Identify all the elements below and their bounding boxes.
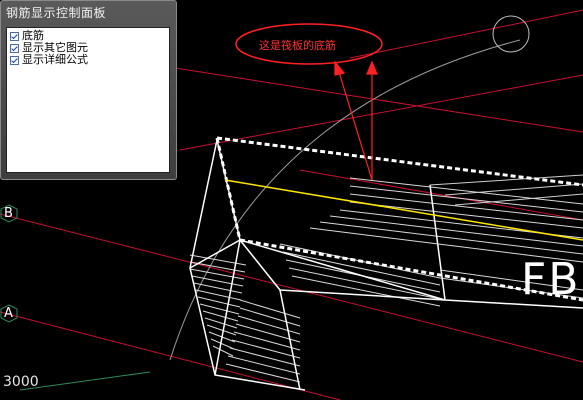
rebar-hatch-right — [429, 174, 583, 206]
axis-label-a: A — [4, 306, 13, 321]
rebar-display-panel[interactable]: 钢筋显示控制面板 底筋 显示其它图元 显示详细公式 — [0, 0, 177, 180]
highlighted-rebar — [224, 179, 583, 241]
checkbox-show-detailed-formula[interactable] — [10, 55, 19, 65]
annotation-arrows — [334, 60, 378, 181]
panel-title: 钢筋显示控制面板 — [6, 6, 107, 20]
coordinate-label: 3000 — [3, 374, 39, 390]
axis-label-b: B — [4, 206, 13, 221]
checkbox-show-other-elements[interactable] — [10, 43, 19, 53]
beam-tag: FB — [521, 254, 581, 305]
option-label: 显示详细公式 — [22, 53, 88, 66]
checkbox-bottom-rebar[interactable] — [10, 31, 19, 41]
option-show-detailed-formula[interactable]: 显示详细公式 — [10, 54, 169, 66]
reference-circle — [492, 15, 530, 53]
x-axis-line — [19, 371, 151, 391]
annotation-text: 这是筏板的底筋 — [259, 39, 336, 52]
panel-options-list: 底筋 显示其它图元 显示详细公式 — [6, 27, 170, 173]
